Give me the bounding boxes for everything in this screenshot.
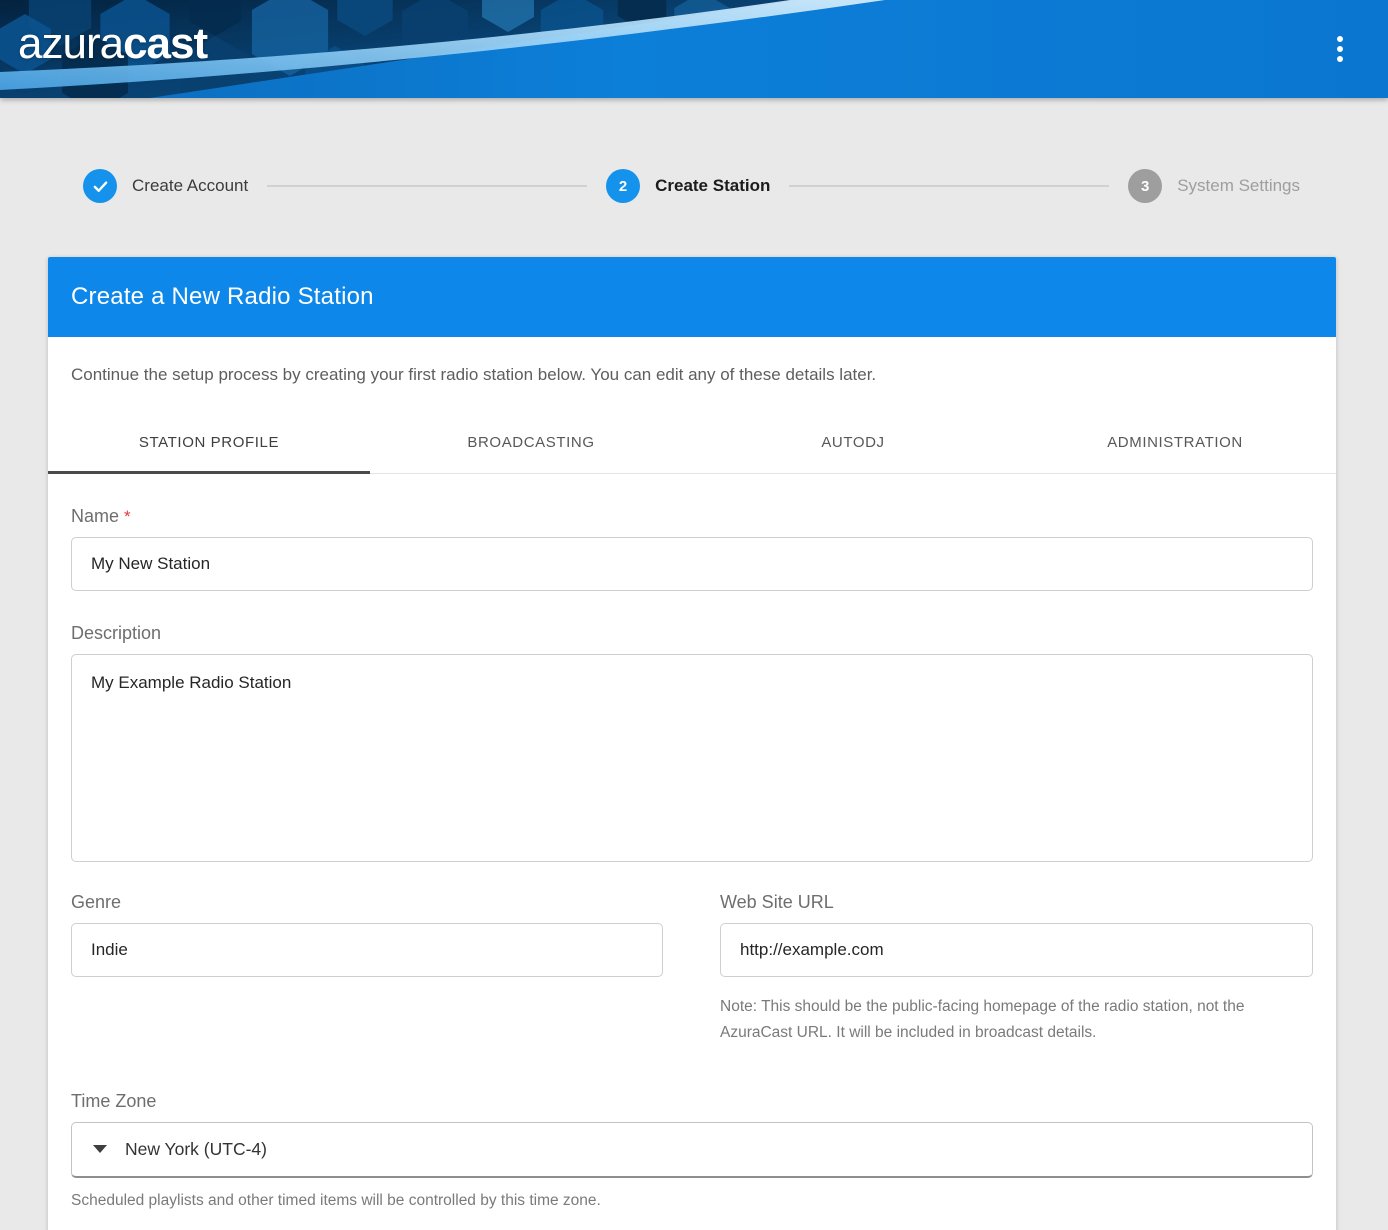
step-create-station[interactable]: 2 Create Station — [606, 169, 770, 203]
app-header: azuracast — [0, 0, 1388, 98]
chevron-down-icon — [93, 1145, 107, 1153]
step-label: Create Station — [655, 176, 770, 196]
step-label: System Settings — [1177, 176, 1300, 196]
step-label: Create Account — [132, 176, 248, 196]
tab-administration[interactable]: Administration — [1014, 413, 1336, 473]
genre-input[interactable] — [71, 923, 663, 977]
name-field-group: Name * — [71, 506, 1313, 591]
tab-station-profile[interactable]: Station Profile — [48, 413, 370, 473]
timezone-note: Scheduled playlists and other timed item… — [71, 1192, 1313, 1210]
intro-text: Continue the setup process by creating y… — [48, 337, 1336, 385]
step-system-settings[interactable]: 3 System Settings — [1128, 169, 1300, 203]
description-textarea[interactable]: My Example Radio Station — [71, 654, 1313, 862]
name-label: Name — [71, 506, 119, 527]
tab-broadcasting[interactable]: Broadcasting — [370, 413, 692, 473]
stepper-connector — [267, 185, 587, 187]
station-tabs: Station Profile Broadcasting AutoDJ Admi… — [48, 413, 1336, 474]
website-url-note: Note: This should be the public-facing h… — [720, 994, 1313, 1047]
timezone-field-group: Time Zone New York (UTC-4) Scheduled pla… — [71, 1091, 1313, 1210]
card-body: Continue the setup process by creating y… — [48, 337, 1336, 1230]
timezone-label: Time Zone — [71, 1091, 156, 1112]
website-url-input[interactable] — [720, 923, 1313, 977]
check-icon — [92, 178, 109, 195]
timezone-select[interactable]: New York (UTC-4) — [71, 1122, 1313, 1178]
create-station-card: Create a New Radio Station Continue the … — [48, 257, 1336, 1230]
stepper-connector — [789, 185, 1109, 187]
azuracast-logo: azuracast — [18, 22, 207, 66]
logo-text-light: azura — [18, 19, 123, 68]
kebab-dot — [1337, 36, 1343, 42]
description-label: Description — [71, 623, 161, 644]
description-field-group: Description My Example Radio Station — [71, 623, 1313, 862]
genre-field-group: Genre — [71, 892, 663, 1047]
header-art — [0, 0, 1388, 98]
genre-website-row: Genre Web Site URL Note: This should be … — [71, 892, 1313, 1047]
step-number-badge: 3 — [1128, 169, 1162, 203]
overflow-menu-kebab-icon[interactable] — [1329, 32, 1351, 66]
timezone-selected-value: New York (UTC-4) — [125, 1139, 267, 1160]
website-field-group: Web Site URL Note: This should be the pu… — [720, 892, 1313, 1047]
check-circle — [83, 169, 117, 203]
setup-stepper: Create Account 2 Create Station 3 System… — [0, 168, 1388, 204]
logo-text-bold: cast — [123, 19, 207, 68]
step-number-badge: 2 — [606, 169, 640, 203]
station-profile-form: Name * Description My Example Radio Stati… — [48, 506, 1336, 1230]
genre-label: Genre — [71, 892, 121, 913]
card-title: Create a New Radio Station — [71, 283, 374, 311]
tab-autodj[interactable]: AutoDJ — [692, 413, 1014, 473]
website-url-label: Web Site URL — [720, 892, 834, 913]
kebab-dot — [1337, 46, 1343, 52]
name-input[interactable] — [71, 537, 1313, 591]
card-header: Create a New Radio Station — [48, 257, 1336, 337]
kebab-dot — [1337, 56, 1343, 62]
step-create-account[interactable]: Create Account — [83, 169, 248, 203]
required-asterisk: * — [124, 507, 131, 526]
